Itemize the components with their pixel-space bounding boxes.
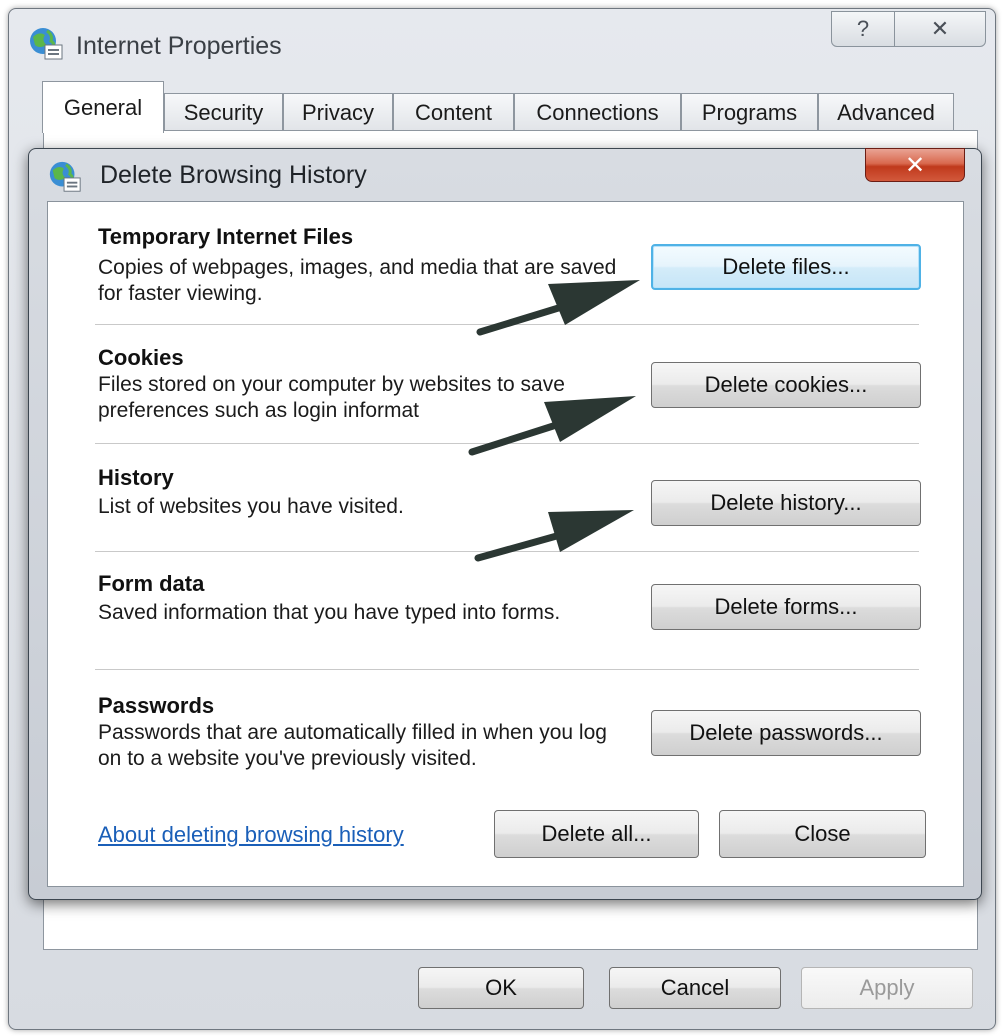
help-button[interactable]: ?: [831, 11, 895, 47]
section-title-passwords: Passwords: [98, 693, 215, 718]
apply-button[interactable]: Apply: [801, 967, 973, 1009]
tab-label: Content: [414, 99, 493, 125]
internet-options-globe-icon: [30, 28, 63, 60]
tab-connections[interactable]: Connections: [514, 93, 681, 131]
window-title: Internet Properties: [76, 32, 282, 60]
section-divider: [95, 443, 919, 444]
section-description-history: List of websites you have visited.: [98, 495, 404, 518]
section-title-form-data: Form data: [98, 571, 205, 596]
tab-security[interactable]: Security: [164, 93, 283, 131]
about-deleting-history-link[interactable]: About deleting browsing history: [98, 822, 404, 848]
delete-all-label: Delete all...: [541, 821, 652, 846]
close-button[interactable]: Close: [719, 810, 926, 858]
ok-button[interactable]: OK: [418, 967, 584, 1009]
window-close-button[interactable]: ✕: [894, 11, 986, 47]
apply-label: Apply: [859, 975, 915, 1000]
section-title-history: History: [98, 465, 174, 490]
delete-browsing-history-dialog: Delete Browsing History ✕ Temporary Inte…: [28, 148, 982, 900]
delete-history-button[interactable]: Delete history...: [651, 480, 921, 526]
tab-label: Security: [183, 99, 264, 125]
section-title-temporary-files: Temporary Internet Files: [98, 224, 354, 249]
tab-label: Privacy: [301, 99, 375, 125]
section-description-form-data: Saved information that you have typed in…: [98, 601, 561, 624]
tab-privacy[interactable]: Privacy: [283, 93, 393, 131]
close-label: Close: [794, 821, 851, 846]
delete-files-label: Delete files...: [722, 254, 850, 279]
section-description-cookies: Files stored on your computer by website…: [98, 373, 565, 422]
tab-programs[interactable]: Programs: [681, 93, 818, 131]
section-divider: [95, 551, 919, 552]
tab-label: Connections: [536, 99, 659, 125]
delete-forms-label: Delete forms...: [714, 594, 858, 619]
delete-forms-button[interactable]: Delete forms...: [651, 584, 921, 630]
section-description-passwords: Passwords that are automatically filled …: [98, 721, 607, 770]
delete-history-label: Delete history...: [710, 490, 862, 515]
delete-cookies-label: Delete cookies...: [704, 372, 868, 397]
tab-general[interactable]: General: [42, 81, 164, 133]
delete-all-button[interactable]: Delete all...: [494, 810, 699, 858]
dialog-title: Delete Browsing History: [100, 161, 367, 189]
tab-content[interactable]: Content: [393, 93, 514, 131]
tab-label: Programs: [701, 99, 798, 125]
section-title-cookies: Cookies: [98, 345, 184, 370]
dialog-body: Temporary Internet Files Copies of webpa…: [47, 201, 964, 887]
section-divider: [95, 669, 919, 670]
delete-files-button[interactable]: Delete files...: [651, 244, 921, 290]
cancel-button[interactable]: Cancel: [609, 967, 781, 1009]
help-icon: ?: [856, 16, 870, 41]
tab-label: General: [63, 94, 143, 120]
section-divider: [95, 324, 919, 325]
delete-passwords-label: Delete passwords...: [689, 720, 883, 745]
cancel-label: Cancel: [660, 975, 730, 1000]
close-icon: ✕: [904, 151, 926, 179]
tab-label: Advanced: [837, 99, 935, 125]
ok-label: OK: [485, 975, 517, 1000]
internet-options-globe-icon: [49, 161, 81, 192]
delete-passwords-button[interactable]: Delete passwords...: [651, 710, 921, 756]
close-icon: ✕: [930, 16, 950, 41]
delete-cookies-button[interactable]: Delete cookies...: [651, 362, 921, 408]
section-description-temporary-files: Copies of webpages, images, and media th…: [98, 256, 617, 305]
dialog-close-button[interactable]: ✕: [865, 148, 965, 182]
tab-advanced[interactable]: Advanced: [818, 93, 954, 131]
